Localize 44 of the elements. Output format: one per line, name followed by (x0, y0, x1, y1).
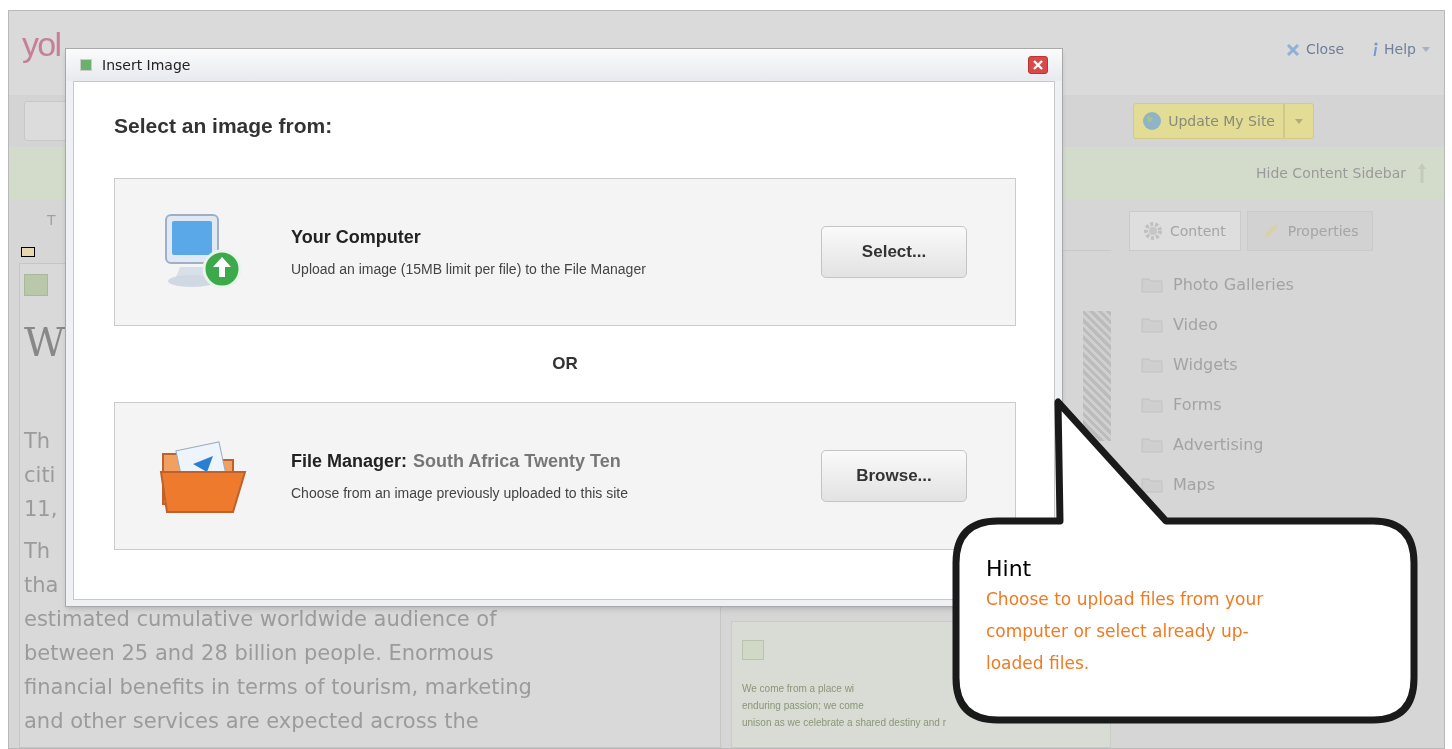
paragraph-line: estimated cumulative worldwide audience of (24, 606, 497, 633)
hint-text: Choose to upload files from your computer or select already up- loaded files. (986, 588, 1264, 675)
globe-icon (1142, 111, 1163, 131)
site-name: South Africa Twenty Ten (413, 449, 621, 473)
close-icon (1285, 42, 1300, 57)
hide-sidebar-link[interactable]: Hide Content Sidebar (1256, 162, 1406, 184)
option-title: Your Computer (291, 225, 421, 249)
close-button[interactable] (1028, 56, 1048, 74)
dialog-title: Insert Image (102, 55, 191, 75)
page-icon (21, 247, 35, 257)
paragraph-line: tha (24, 572, 59, 599)
logo: yol (22, 27, 61, 61)
select-button[interactable]: Select... (821, 225, 967, 278)
paragraph-line: between 25 and 28 billion people. Enormous (24, 640, 494, 667)
close-icon (1033, 60, 1043, 70)
page-heading: W (24, 318, 66, 367)
caret-icon (1422, 47, 1430, 52)
gear-icon (1144, 222, 1162, 240)
update-site-button[interactable]: Update My Site (1133, 103, 1284, 139)
caret-icon (1295, 118, 1303, 124)
paragraph-line: citi (24, 462, 56, 489)
info-icon (1372, 42, 1379, 57)
sidebar-tab[interactable]: Content (1129, 211, 1241, 251)
paragraph-line: and other services are expected across the (24, 708, 479, 735)
option-title: File Manager: (291, 449, 408, 473)
help-link[interactable]: Help (1372, 39, 1430, 60)
window-icon (80, 59, 92, 71)
content-text-line: enduring passion; we come (742, 699, 865, 713)
separator-text: OR (552, 352, 578, 375)
content-text-line: We come from a place wi (742, 682, 856, 696)
pencil-icon (1261, 222, 1280, 240)
folder-icon (1141, 477, 1163, 493)
hint-title: Hint (986, 555, 1033, 583)
paragraph-line: financial benefits in terms of tourism, marketing (24, 674, 532, 701)
dialog-heading: Select an image from: (114, 113, 334, 139)
paragraph-line: Th (24, 428, 51, 455)
paragraph-line: 11, (24, 496, 58, 523)
paragraph-line: Th (24, 538, 51, 565)
browse-button[interactable]: Browse... (821, 449, 967, 502)
content-text-line: unison as we celebrate a shared destiny and r (742, 716, 947, 730)
option-description: Choose from an image previously uploaded to this site (291, 483, 628, 503)
update-options-button[interactable] (1284, 103, 1314, 139)
option-description: Upload an image (15MB limit per file) to the File Manager (291, 259, 646, 279)
close-link[interactable]: Close (1285, 39, 1345, 60)
